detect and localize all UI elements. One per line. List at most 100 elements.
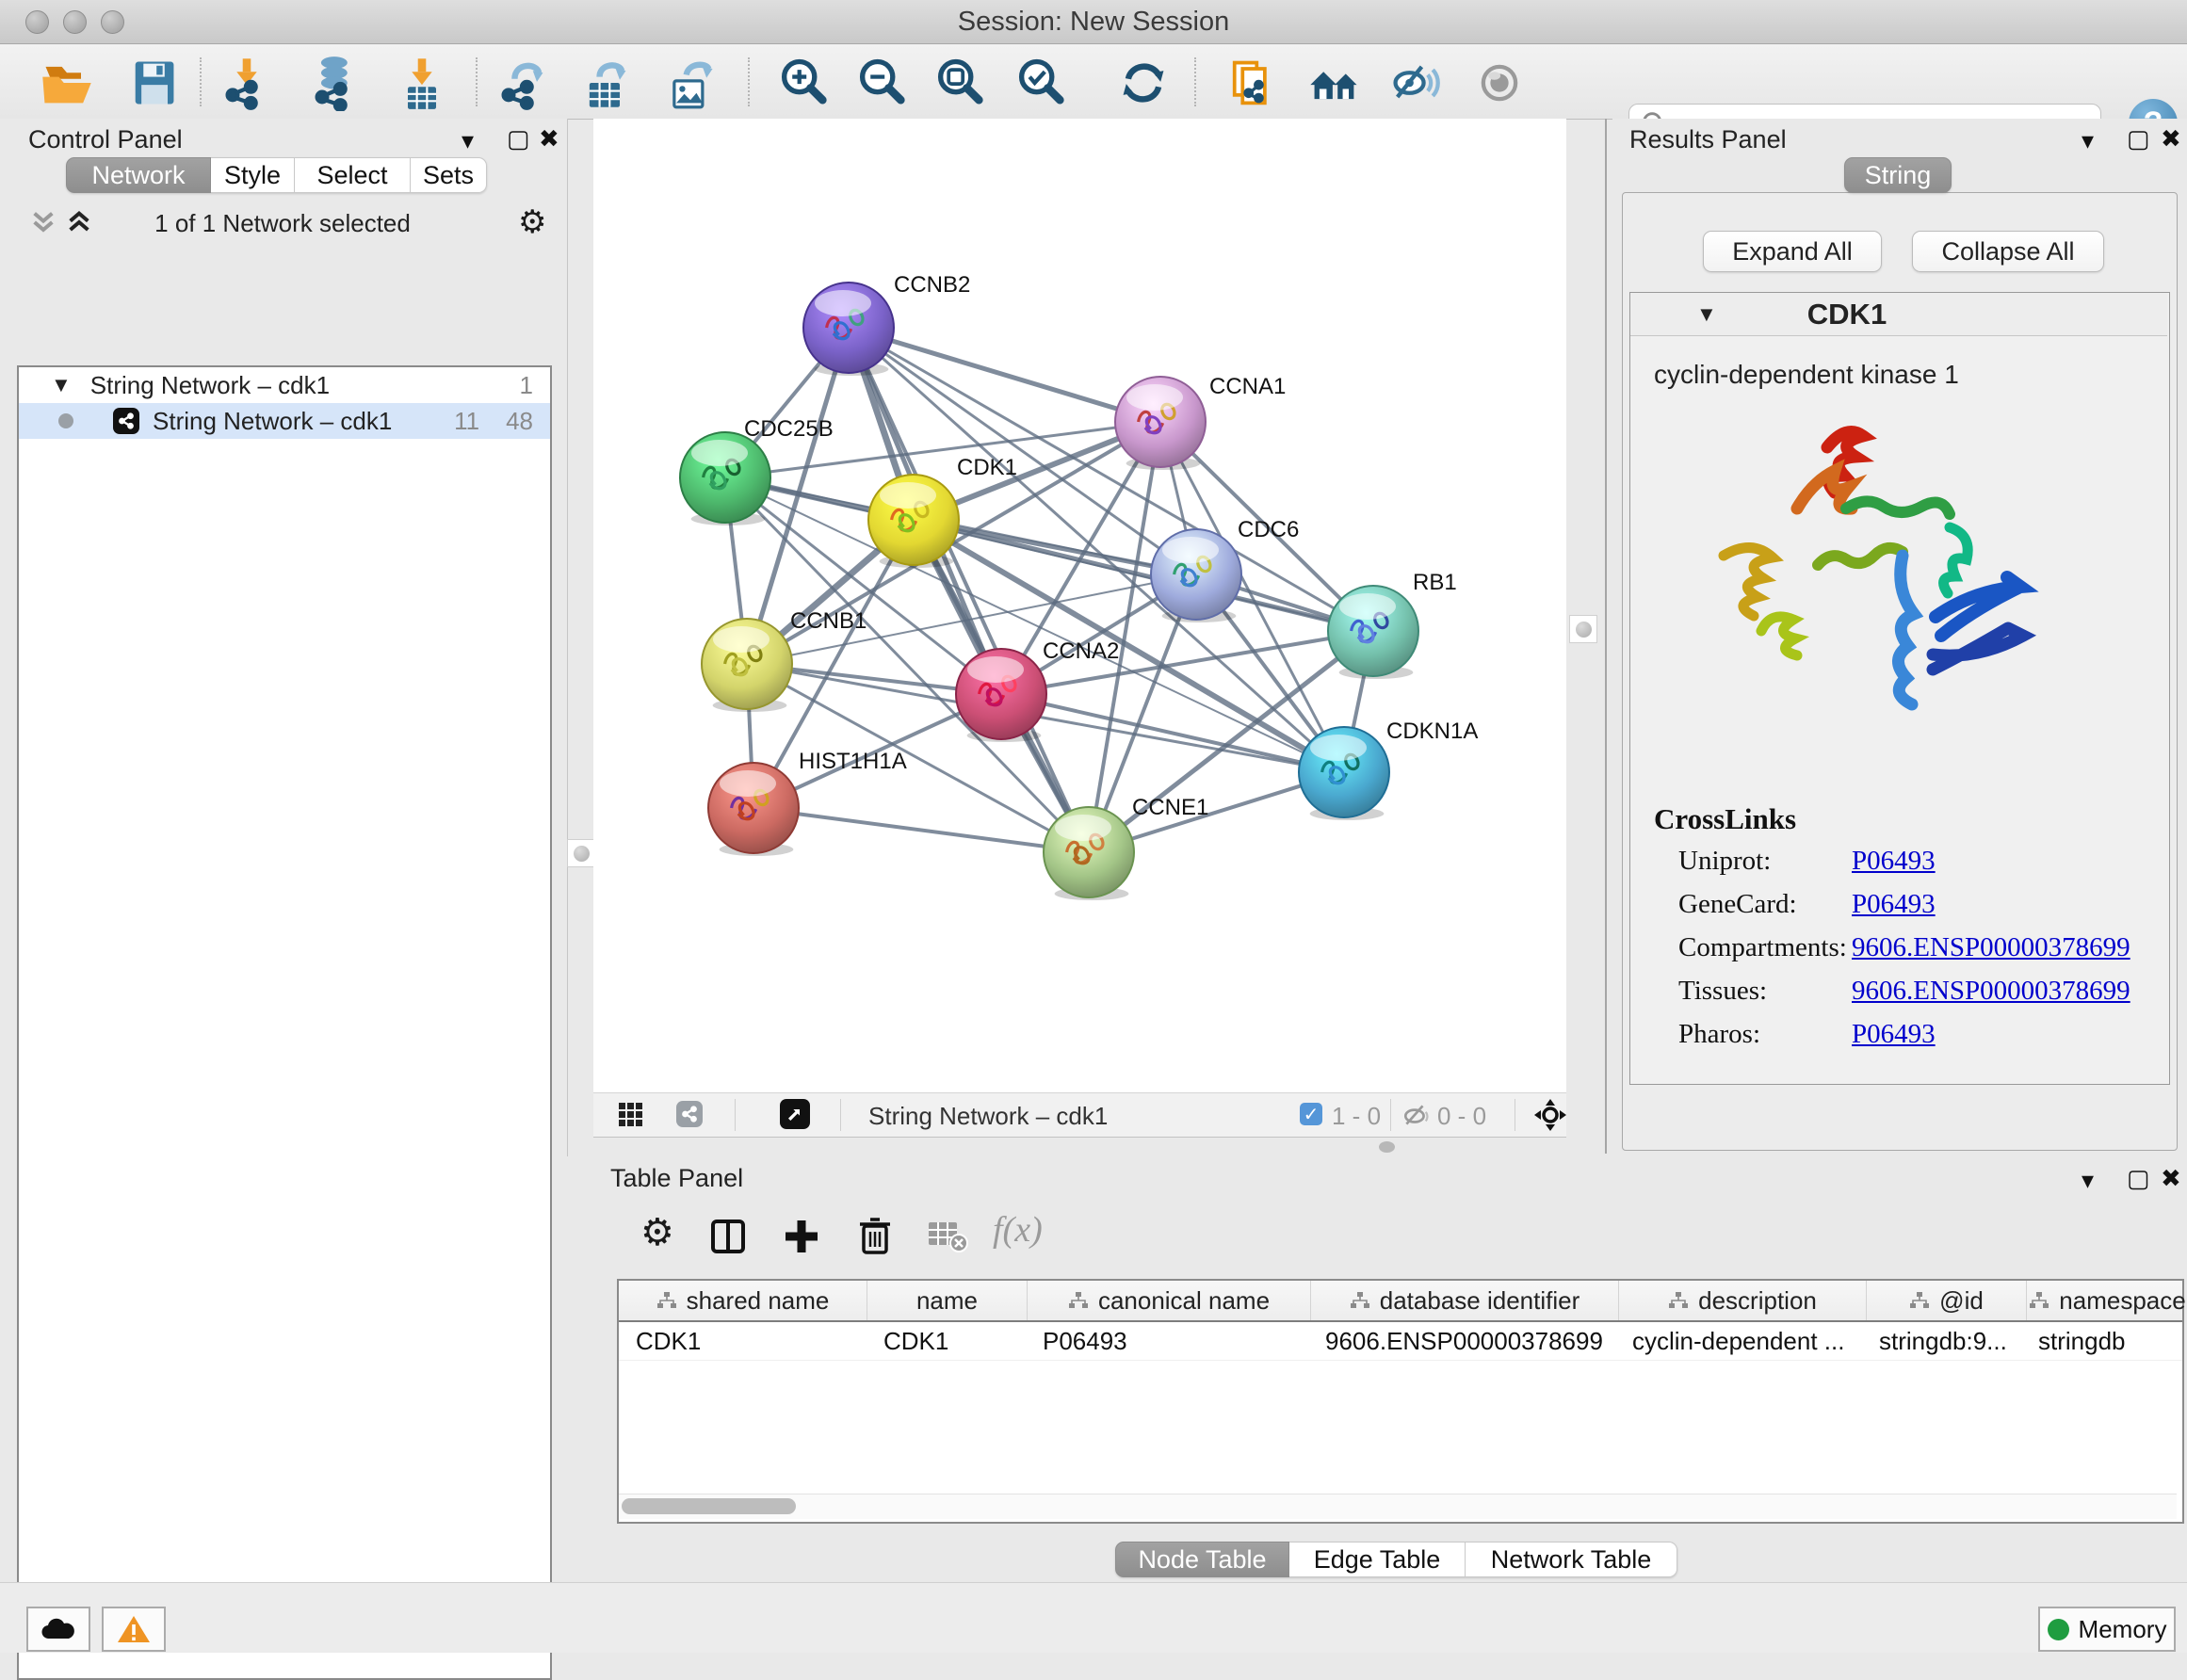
window-minimize-button[interactable] (63, 10, 87, 34)
tab-network[interactable]: Network (66, 157, 211, 193)
column-header-namespace[interactable]: namespace (2027, 1281, 2187, 1320)
column-header-description[interactable]: description (1619, 1281, 1867, 1320)
import-network-icon[interactable] (219, 55, 275, 111)
tab-sets[interactable]: Sets (411, 157, 487, 193)
zoom-out-icon[interactable] (853, 55, 910, 111)
crosslink-link[interactable]: P06493 (1852, 889, 1936, 920)
selected-checkbox-icon[interactable]: ✓ (1300, 1103, 1322, 1125)
tab-style[interactable]: Style (211, 157, 295, 193)
column-header-label: name (916, 1286, 978, 1316)
node-label-CCNB1: CCNB1 (790, 608, 867, 634)
node-CCNA1[interactable] (1115, 377, 1206, 470)
table-row[interactable]: CDK1CDK1P064939606.ENSP00000378699cyclin… (619, 1322, 2182, 1361)
network-canvas[interactable]: CCNB2CCNA1CDC25BCDK1CDC6RB1CCNB1CCNA2CDK… (593, 119, 1566, 1092)
hidden-eye-icon[interactable] (1401, 1102, 1430, 1133)
node-CCNB1[interactable] (702, 619, 792, 712)
node-CCNE1[interactable] (1044, 807, 1134, 900)
column-header--id[interactable]: @id (1867, 1281, 2027, 1320)
results-panel-float-icon[interactable]: ▢ (2127, 126, 2150, 151)
zoom-in-icon[interactable] (775, 55, 832, 111)
import-database-icon[interactable] (308, 55, 364, 111)
show-columns-icon[interactable] (708, 1217, 748, 1261)
node-CDC6[interactable] (1151, 529, 1241, 622)
expand-all-icon[interactable] (64, 205, 94, 244)
gear-icon[interactable]: ⚙ (518, 203, 546, 241)
table-hscrollbar-thumb[interactable] (622, 1498, 796, 1514)
birdseye-view-icon[interactable] (780, 1099, 810, 1129)
results-panel-close-icon[interactable]: ✖ (2161, 126, 2181, 151)
node-RB1[interactable] (1328, 586, 1418, 679)
tab-string[interactable]: String (1844, 157, 1952, 193)
left-splitter-handle[interactable] (567, 839, 595, 867)
crosslinks-list: Uniprot:P06493GeneCard:P06493Compartment… (1678, 846, 2168, 1062)
table-hscrollbar-track[interactable] (619, 1494, 2177, 1519)
cloud-button[interactable] (26, 1607, 90, 1652)
crosslink-link[interactable]: P06493 (1852, 1019, 1936, 1050)
window-zoom-button[interactable] (101, 10, 124, 34)
crosslink-label: Pharos: (1678, 1019, 1760, 1050)
expand-all-button[interactable]: Expand All (1703, 231, 1882, 272)
import-table-icon[interactable] (394, 55, 450, 111)
warning-button[interactable] (102, 1607, 166, 1652)
show-hide-graphics-icon[interactable] (1387, 55, 1444, 111)
fit-selection-crosshair-icon[interactable] (1533, 1098, 1567, 1137)
home-networks-icon[interactable] (1306, 55, 1363, 111)
collapse-all-button[interactable]: Collapse All (1912, 231, 2104, 272)
delete-table-icon[interactable] (927, 1219, 968, 1259)
crosslink-link[interactable]: 9606.ENSP00000378699 (1852, 932, 2130, 963)
clone-network-icon[interactable] (1224, 55, 1281, 111)
edge-CCNB2-CCNA1[interactable] (849, 328, 1160, 422)
node-label-CCNA2: CCNA2 (1043, 638, 1119, 664)
tab-edge-table[interactable]: Edge Table (1289, 1542, 1466, 1577)
column-header-shared-name[interactable]: shared name (619, 1281, 867, 1320)
function-builder-icon[interactable]: f(x) (993, 1209, 1043, 1251)
control-panel-close-icon[interactable]: ✖ (539, 126, 559, 151)
network-collection-row[interactable]: ▼ String Network – cdk1 1 (19, 367, 550, 403)
gene-card-header[interactable]: ▼ CDK1 (1630, 293, 2167, 336)
node-HIST1H1A[interactable] (708, 763, 799, 856)
node-CCNB2[interactable] (803, 283, 894, 376)
results-panel-menu-icon[interactable]: ▾ (2082, 128, 2094, 153)
column-header-canonical-name[interactable]: canonical name (1028, 1281, 1311, 1320)
tab-node-table[interactable]: Node Table (1115, 1542, 1289, 1577)
node-label-CDC6: CDC6 (1238, 517, 1299, 542)
tab-network-table[interactable]: Network Table (1466, 1542, 1677, 1577)
table-cell: 9606.ENSP00000378699 (1308, 1322, 1615, 1360)
export-image-icon[interactable] (662, 55, 719, 111)
crosslink-link[interactable]: 9606.ENSP00000378699 (1852, 976, 2130, 1007)
column-header-name[interactable]: name (867, 1281, 1028, 1320)
node-CDKN1A[interactable] (1299, 727, 1389, 820)
collection-label: String Network – cdk1 (90, 371, 330, 400)
table-panel-close-icon[interactable]: ✖ (2161, 1166, 2181, 1190)
network-row[interactable]: String Network – cdk1 11 48 (19, 403, 550, 439)
grid-view-icon[interactable] (618, 1102, 644, 1133)
refresh-layout-icon[interactable] (1115, 55, 1172, 111)
crosslink-link[interactable]: P06493 (1852, 846, 1936, 877)
zoom-selected-icon[interactable] (1012, 55, 1069, 111)
memory-button[interactable]: Memory (2038, 1607, 2176, 1652)
table-panel-float-icon[interactable]: ▢ (2127, 1166, 2150, 1190)
eye-icon[interactable] (1471, 55, 1528, 111)
export-table-icon[interactable] (577, 55, 634, 111)
edge-HIST1H1A-CCNE1[interactable] (753, 808, 1089, 852)
window-close-button[interactable] (25, 10, 49, 34)
collapse-all-icon[interactable] (28, 205, 58, 244)
bottom-splitter-handle[interactable] (1379, 1141, 1395, 1153)
open-session-icon[interactable] (39, 55, 95, 111)
zoom-fit-icon[interactable] (932, 55, 988, 111)
gene-collapse-icon[interactable]: ▼ (1696, 302, 1717, 327)
network-share-icon[interactable] (676, 1101, 703, 1127)
tab-select[interactable]: Select (295, 157, 411, 193)
right-splitter-handle[interactable] (1569, 615, 1597, 643)
delete-column-trash-icon[interactable] (855, 1215, 895, 1261)
control-panel-float-icon[interactable]: ▢ (507, 126, 530, 151)
table-panel-menu-icon[interactable]: ▾ (2082, 1168, 2094, 1192)
table-cell: CDK1 (619, 1322, 867, 1360)
save-session-icon[interactable] (125, 55, 182, 111)
control-panel-menu-icon[interactable]: ▾ (462, 128, 474, 153)
table-settings-gear-icon[interactable]: ⚙ (640, 1211, 674, 1254)
add-column-icon[interactable] (782, 1217, 821, 1261)
collection-expand-icon[interactable]: ▼ (51, 373, 72, 397)
export-network-icon[interactable] (494, 55, 551, 111)
column-header-database-identifier[interactable]: database identifier (1311, 1281, 1619, 1320)
